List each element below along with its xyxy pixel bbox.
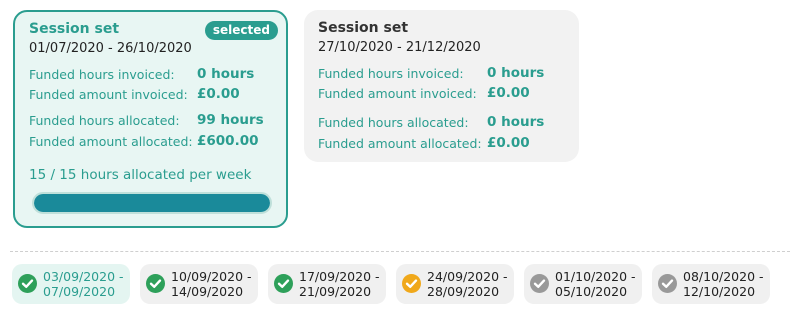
week-chip[interactable]: 01/10/2020 -05/10/2020 [524,264,642,304]
week-chip[interactable]: 08/10/2020 -12/10/2020 [652,264,770,304]
selected-badge: selected [204,21,278,40]
card-title: Session set [29,21,120,37]
check-circle-icon [402,274,421,293]
funded-hours-allocated-label: Funded hours allocated: [29,113,180,128]
check-circle-icon [18,274,37,293]
week-range-text: 01/10/2020 -05/10/2020 [555,269,636,299]
funded-amount-allocated-label: Funded amount allocated: [318,136,482,151]
funded-hours-invoiced-value: 0 hours [197,66,255,82]
week-range-text: 08/10/2020 -12/10/2020 [683,269,764,299]
funded-amount-invoiced-value: £0.00 [487,85,530,101]
funded-amount-allocated-value: £0.00 [487,135,530,151]
funded-hours-allocated-value: 99 hours [197,112,264,128]
funded-amount-invoiced-label: Funded amount invoiced: [318,86,477,101]
session-set-card[interactable]: Session set 27/10/2020 - 21/12/2020 Fund… [304,10,579,162]
funded-hours-invoiced-value: 0 hours [487,65,545,81]
week-chip[interactable]: 24/09/2020 -28/09/2020 [396,264,514,304]
funded-amount-allocated-value: £600.00 [197,133,259,149]
week-range-text: 03/09/2020 -07/09/2020 [43,269,124,299]
funded-hours-invoiced-label: Funded hours invoiced: [29,67,175,82]
week-chip[interactable]: 17/09/2020 -21/09/2020 [268,264,386,304]
check-circle-icon [530,274,549,293]
allocation-progress-fill [34,194,270,212]
funded-hours-invoiced-label: Funded hours invoiced: [318,66,464,81]
check-circle-icon [658,274,677,293]
allocation-progress-bar [32,192,272,214]
check-circle-icon [146,274,165,293]
funded-amount-invoiced-value: £0.00 [197,86,240,102]
card-dates: 01/07/2020 - 26/10/2020 [29,41,192,56]
section-divider [10,251,790,252]
check-circle-icon [274,274,293,293]
session-set-card-selected[interactable]: Session set selected 01/07/2020 - 26/10/… [13,10,288,228]
funded-amount-invoiced-label: Funded amount invoiced: [29,87,188,102]
card-dates: 27/10/2020 - 21/12/2020 [318,40,481,55]
week-chip[interactable]: 03/09/2020 -07/09/2020 [12,264,130,304]
hours-per-week-text: 15 / 15 hours allocated per week [29,167,252,183]
funded-amount-allocated-label: Funded amount allocated: [29,134,193,149]
week-chip[interactable]: 10/09/2020 -14/09/2020 [140,264,258,304]
funded-hours-allocated-value: 0 hours [487,114,545,130]
card-title: Session set [318,20,409,36]
week-range-text: 24/09/2020 -28/09/2020 [427,269,508,299]
week-range-text: 17/09/2020 -21/09/2020 [299,269,380,299]
week-range-text: 10/09/2020 -14/09/2020 [171,269,252,299]
funded-hours-allocated-label: Funded hours allocated: [318,115,469,130]
